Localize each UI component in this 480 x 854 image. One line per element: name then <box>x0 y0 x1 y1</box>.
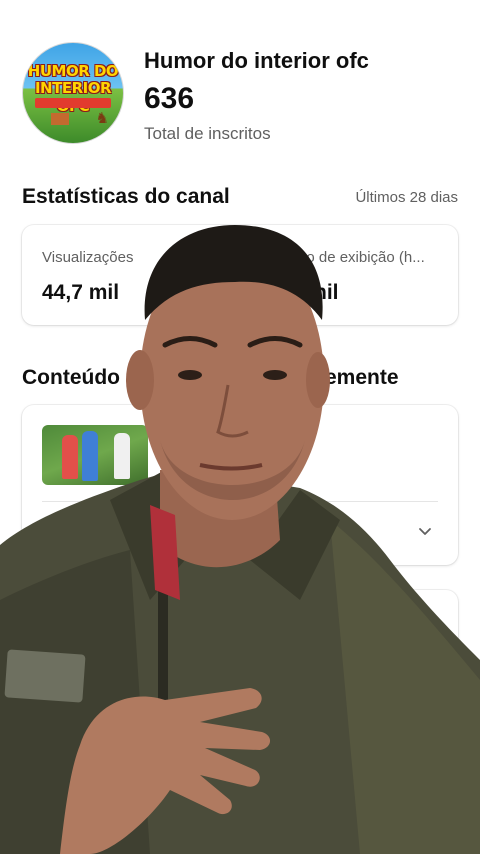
thumbnail-figure <box>82 431 98 481</box>
eyebrow <box>247 336 303 348</box>
eye <box>178 370 202 380</box>
avatar-rooster-icon: ♞ <box>95 110 109 127</box>
recent-section-title-left: Conteúdo <box>22 366 120 389</box>
subscriber-count: 636 <box>144 82 195 115</box>
avatar-house-icon <box>51 113 69 125</box>
video-title[interactable]: RÇOU DE ME... <box>164 431 436 451</box>
avatar-tagline-ribbon <box>35 98 111 108</box>
stats-card[interactable]: Visualizações 44,7 mil po de exibição (h… <box>22 225 458 325</box>
views-value: 44,7 mil <box>42 281 120 304</box>
avatar-logo-line-1: HUMOR DO <box>27 62 119 80</box>
stats-section-title: Estatísticas do canal <box>22 185 230 208</box>
subscriber-label: Total de inscritos <box>144 124 271 143</box>
channel-avatar[interactable]: HUMOR DO INTERIOR OFC ♞ <box>22 42 124 144</box>
thumbnail-figure <box>62 435 78 479</box>
expand-row-label: I <box>42 525 47 542</box>
card-divider <box>42 501 438 502</box>
ear-left <box>126 350 154 410</box>
chevron-down-icon[interactable] <box>418 525 432 539</box>
channel-name: Humor do interior ofc <box>144 48 369 73</box>
hand <box>60 688 271 854</box>
next-card[interactable] <box>22 590 458 650</box>
thumbnail-figure <box>114 433 130 479</box>
recent-section-title-right: temente <box>318 366 399 389</box>
eye <box>263 370 287 380</box>
video-thumbnail[interactable] <box>42 425 148 485</box>
channel-header: HUMOR DO INTERIOR OFC ♞ Humor do interio… <box>22 42 462 146</box>
recent-video-card[interactable]: RÇOU DE ME... as, 10 minutos I <box>22 405 458 565</box>
video-meta: as, 10 minutos <box>164 459 275 478</box>
stats-period-label[interactable]: Últimos 28 dias <box>355 189 458 206</box>
views-label: Visualizações <box>42 249 134 266</box>
pocket-patch <box>4 649 86 703</box>
watch-time-value: nil <box>314 281 339 304</box>
eyebrow <box>162 336 218 348</box>
jacket-shade <box>330 520 480 854</box>
watch-time-label: po de exibição (h... <box>298 249 425 266</box>
